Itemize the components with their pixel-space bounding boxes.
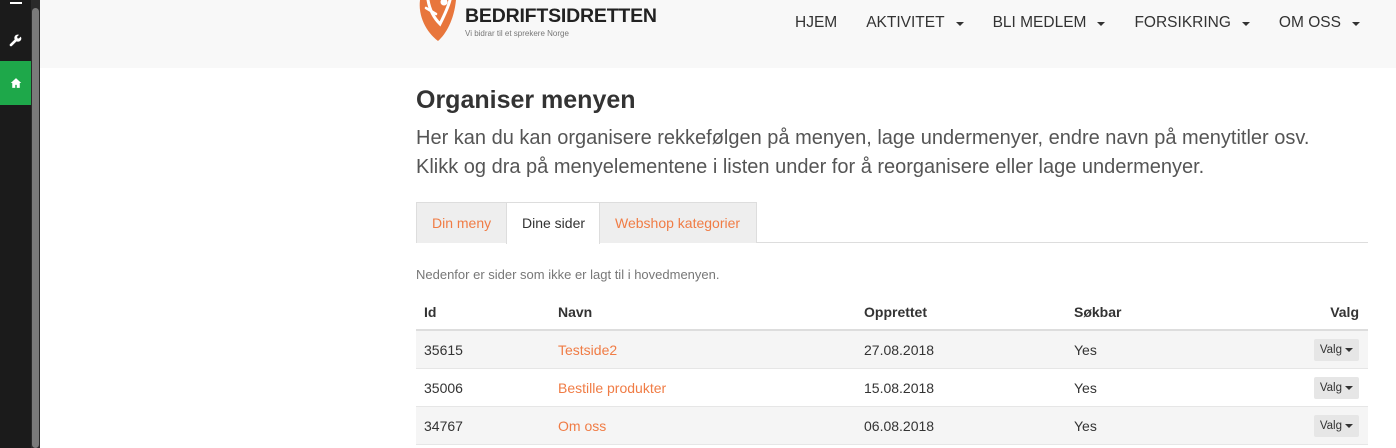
nav-item-aktivitet[interactable]: AKTIVITET bbox=[866, 14, 964, 32]
caret-down-icon bbox=[1345, 348, 1353, 352]
cell-opprettet: 06.08.2018 bbox=[864, 417, 935, 434]
page-title: Organiser menyen bbox=[416, 86, 636, 114]
page-link[interactable]: Om oss bbox=[558, 407, 606, 444]
valg-label: Valg bbox=[1319, 419, 1342, 432]
cell-valg: Valg bbox=[1313, 407, 1359, 444]
header-valg: Valg bbox=[1330, 303, 1359, 320]
main-nav: HJEM AKTIVITET BLI MEDLEM FORSIKRING OM … bbox=[795, 12, 1360, 34]
cell-sokbar: Yes bbox=[1074, 417, 1097, 434]
tab-bar: Din meny Dine sider Webshop kategorier bbox=[416, 202, 1368, 244]
tab-din-meny[interactable]: Din meny bbox=[416, 202, 507, 243]
table-row: 35006 Bestille produkter 15.08.2018 Yes … bbox=[416, 369, 1368, 407]
home-icon bbox=[10, 78, 21, 88]
table-row: 34767 Om oss 06.08.2018 Yes Valg bbox=[416, 407, 1368, 445]
caret-down-icon bbox=[1345, 386, 1353, 390]
wrench-icon bbox=[9, 34, 22, 46]
header-sokbar[interactable]: Søkbar bbox=[1074, 294, 1121, 329]
intro-line: Klikk og dra på menyelementene i listen … bbox=[416, 156, 1205, 178]
page-link[interactable]: Bestille produkter bbox=[558, 369, 666, 406]
nav-item-label: HJEM bbox=[795, 14, 838, 31]
table-header: Id Navn Opprettet Søkbar Valg bbox=[416, 294, 1368, 331]
valg-dropdown-button[interactable]: Valg bbox=[1313, 414, 1359, 437]
menu-toggle-button[interactable] bbox=[0, 0, 31, 14]
caret-down-icon bbox=[1241, 22, 1250, 26]
cell-opprettet: 27.08.2018 bbox=[864, 341, 935, 358]
caret-down-icon bbox=[1351, 22, 1360, 26]
cell-id: 34767 bbox=[424, 417, 463, 434]
cell-valg: Valg bbox=[1313, 369, 1359, 406]
nav-item-label: OM OSS bbox=[1278, 14, 1341, 31]
header-navn[interactable]: Navn bbox=[558, 294, 592, 329]
page-link[interactable]: Testside2 bbox=[558, 331, 617, 368]
pages-table: Id Navn Opprettet Søkbar Valg 35615 Test… bbox=[416, 294, 1368, 445]
nav-item-bli-medlem[interactable]: BLI MEDLEM bbox=[993, 14, 1106, 32]
cell-id: 35615 bbox=[424, 341, 463, 358]
tab-dine-sider[interactable]: Dine sider bbox=[506, 202, 600, 244]
cell-sokbar: Yes bbox=[1074, 379, 1097, 396]
page-intro: Her kan du kan organisere rekkefølgen på… bbox=[416, 124, 1368, 182]
caret-down-icon bbox=[1097, 22, 1106, 26]
brand-name: BEDRIFTSIDRETTEN bbox=[465, 5, 657, 27]
nav-item-label: AKTIVITET bbox=[866, 14, 945, 31]
header-opprettet[interactable]: Opprettet bbox=[864, 294, 927, 329]
cell-id: 35006 bbox=[424, 379, 463, 396]
nav-item-label: BLI MEDLEM bbox=[992, 14, 1087, 31]
sidebar-scrollbar-thumb[interactable] bbox=[32, 8, 39, 448]
home-button[interactable] bbox=[0, 61, 31, 105]
logo-figure-icon bbox=[419, 0, 456, 41]
tab-webshop-kategorier[interactable]: Webshop kategorier bbox=[599, 202, 757, 243]
admin-sidebar bbox=[0, 0, 40, 448]
help-text: Nedenfor er sider som ikke er lagt til i… bbox=[416, 267, 720, 282]
top-navbar: BEDRIFTSIDRETTEN Vi bidrar til et spreke… bbox=[40, 0, 1396, 68]
tools-button[interactable] bbox=[0, 18, 31, 62]
header-id[interactable]: Id bbox=[424, 294, 436, 329]
nav-item-forsikring[interactable]: FORSIKRING bbox=[1134, 14, 1250, 32]
valg-label: Valg bbox=[1319, 381, 1342, 394]
cell-opprettet: 15.08.2018 bbox=[864, 379, 935, 396]
nav-item-om-oss[interactable]: OM OSS bbox=[1279, 14, 1360, 32]
nav-item-hjem[interactable]: HJEM bbox=[795, 14, 837, 32]
nav-item-label: FORSIKRING bbox=[1134, 14, 1231, 31]
table-row: 35615 Testside2 27.08.2018 Yes Valg bbox=[416, 331, 1368, 369]
caret-down-icon bbox=[955, 22, 964, 26]
intro-line: Her kan du kan organisere rekkefølgen på… bbox=[416, 127, 1310, 149]
valg-dropdown-button[interactable]: Valg bbox=[1313, 338, 1359, 361]
caret-down-icon bbox=[1345, 424, 1353, 428]
cell-sokbar: Yes bbox=[1074, 341, 1097, 358]
cell-valg: Valg bbox=[1313, 331, 1359, 368]
valg-label: Valg bbox=[1319, 343, 1342, 356]
brand-logo[interactable]: BEDRIFTSIDRETTEN Vi bidrar til et spreke… bbox=[416, 0, 657, 46]
menu-icon bbox=[9, 2, 22, 4]
valg-dropdown-button[interactable]: Valg bbox=[1313, 376, 1359, 399]
brand-tagline: Vi bidrar til et sprekere Norge bbox=[465, 29, 569, 38]
